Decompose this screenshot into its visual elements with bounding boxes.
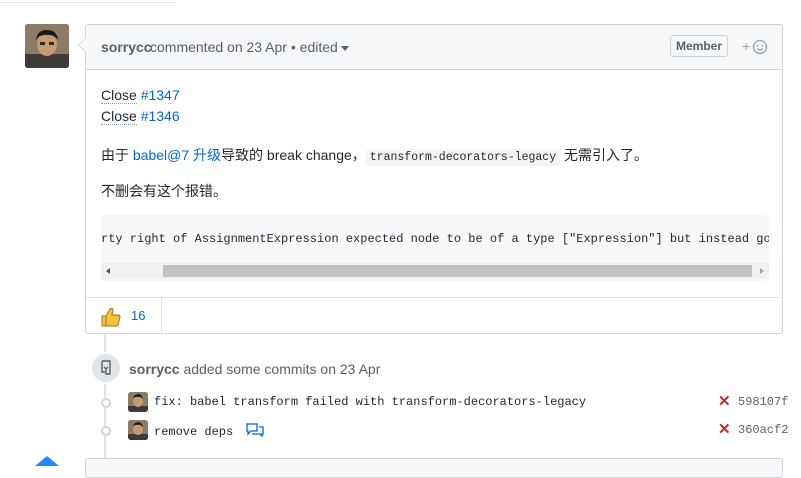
add-reaction-button[interactable]: + — [742, 37, 768, 57]
commits-event-text: sorrycc added some commits on 23 Apr — [129, 361, 380, 377]
reaction-count: 16 — [131, 308, 146, 323]
commit-row: fix: babel transform failed with transfo… — [98, 392, 788, 414]
comment-card: sorrycc commented on 23 Apr • edited Mem… — [78, 24, 783, 335]
scroll-thumb[interactable] — [163, 265, 752, 277]
event-author[interactable]: sorrycc — [129, 361, 180, 377]
comment-meta-text: commented on 23 Apr • edited — [150, 39, 338, 55]
comment-header: sorrycc commented on 23 Apr • edited Mem… — [86, 25, 782, 70]
inline-code: transform-decorators-legacy — [365, 149, 561, 166]
commit-message-link[interactable]: remove deps — [154, 423, 265, 439]
close-keyword: Close — [101, 108, 137, 125]
code-block: rty right of AssignmentExpression expect… — [101, 215, 769, 281]
para-middle: 导致的 break change， — [221, 147, 366, 163]
next-comment-card — [85, 458, 783, 478]
comment-meta[interactable]: commented on 23 Apr • edited — [150, 39, 349, 55]
scroll-right-arrow-icon[interactable] — [760, 268, 764, 274]
commit-author-avatar[interactable] — [128, 420, 148, 440]
ci-failed-icon[interactable]: ✕ — [718, 422, 731, 437]
comment-author[interactable]: sorrycc — [101, 39, 152, 55]
commit-bullet-icon — [101, 398, 111, 408]
commits-event-badge — [90, 352, 122, 384]
thumbs-up-reaction-button[interactable]: 16 — [86, 298, 162, 335]
smiley-icon — [752, 39, 768, 55]
previous-item-border — [0, 0, 176, 3]
event-description: added some commits on 23 Apr — [179, 361, 381, 377]
issue-link-1347[interactable]: #1347 — [141, 87, 180, 103]
babel-upgrade-link[interactable]: babel@7 升级 — [133, 147, 221, 163]
horizontal-scrollbar[interactable] — [101, 263, 769, 279]
caret-down-icon — [340, 45, 349, 51]
member-badge: Member — [670, 35, 729, 57]
para-prefix: 由于 — [101, 147, 133, 163]
repo-push-icon — [101, 360, 111, 375]
close-line-1: Close #1347 — [101, 87, 180, 104]
commit-sha-link[interactable]: 598107f — [738, 395, 788, 409]
issue-link-1346[interactable]: #1346 — [141, 108, 180, 124]
close-keyword: Close — [101, 87, 137, 104]
commit-row: remove deps ✕ 360acf2 — [98, 420, 788, 442]
scroll-to-top-icon[interactable] — [35, 456, 59, 466]
comment-discussion-icon[interactable] — [246, 423, 265, 438]
ci-failed-icon[interactable]: ✕ — [718, 394, 731, 409]
code-line: rty right of AssignmentExpression expect… — [101, 232, 769, 246]
author-avatar[interactable] — [25, 24, 69, 68]
commit-bullet-icon — [101, 426, 111, 436]
scroll-left-arrow-icon[interactable] — [106, 268, 110, 274]
commit-sha-link[interactable]: 360acf2 — [738, 423, 788, 437]
paragraph-error-note: 不删会有这个报错。 — [101, 183, 227, 199]
paragraph-babel: 由于 babel@7 升级导致的 break change， transform-… — [101, 145, 649, 166]
commit-message-text: remove deps — [154, 425, 234, 439]
plus-icon: + — [742, 38, 751, 54]
commit-message-link[interactable]: fix: babel transform failed with transfo… — [154, 395, 586, 409]
commit-author-avatar[interactable] — [128, 392, 148, 412]
para-suffix: 无需引入了。 — [560, 147, 649, 163]
reactions-bar: 16 — [86, 297, 782, 335]
thumbs-up-icon — [101, 307, 121, 327]
close-line-2: Close #1346 — [101, 108, 180, 125]
